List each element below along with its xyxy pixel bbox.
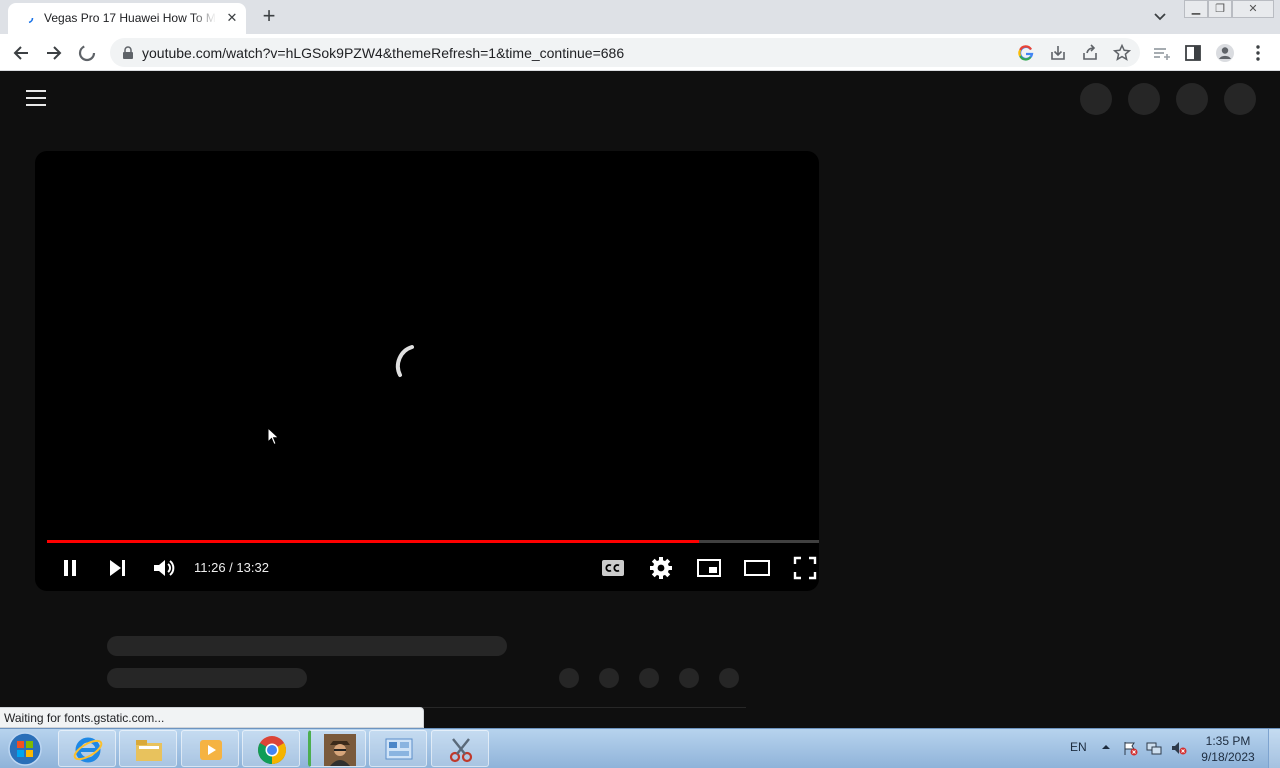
side-panel-icon[interactable] [1182,42,1204,64]
taskbar-snipping-tool[interactable] [431,730,489,767]
bookmark-star-icon[interactable] [1112,43,1132,63]
game-character-icon [324,734,356,766]
taskbar-chrome[interactable] [242,730,300,767]
volume-icon[interactable] [149,553,179,583]
hamburger-menu-icon[interactable] [26,90,46,106]
lock-icon[interactable] [122,46,134,59]
divider [420,707,746,708]
settings-gear-icon[interactable] [646,553,676,583]
install-app-icon[interactable] [1048,43,1068,63]
volume-muted-icon[interactable] [1171,740,1187,756]
taskbar-internet-explorer[interactable] [58,730,116,767]
clock-time: 1:35 PM [1205,734,1251,748]
action-placeholder [559,668,579,688]
taskbar-file-explorer[interactable] [119,730,177,767]
taskbar-control-panel[interactable] [369,730,427,767]
restore-icon[interactable]: ❐ [1208,0,1232,18]
next-video-icon[interactable] [102,553,132,583]
action-placeholder [719,668,739,688]
back-arrow-icon[interactable] [9,40,35,66]
new-tab-icon[interactable]: + [256,5,282,29]
action-placeholder [599,668,619,688]
action-center-flag-icon[interactable] [1122,740,1138,756]
window-close-icon[interactable]: ✕ [1232,0,1274,18]
network-icon[interactable] [1146,740,1162,756]
action-placeholder [639,668,659,688]
buffering-spinner-icon [395,345,414,377]
share-icon[interactable] [1080,43,1100,63]
system-clock[interactable]: 1:35 PM 9/18/2023 [1196,733,1260,765]
title-placeholder [107,636,507,656]
loading-favicon-icon [22,12,34,24]
youtube-page: 11:26 / 13:32 [0,71,1280,728]
mouse-cursor-icon [267,427,280,446]
progress-played [47,540,700,543]
windows-start-icon[interactable] [4,731,46,767]
windows-taskbar: EN 1:35 PM 9/18/2023 [0,728,1280,768]
taskbar-game[interactable] [308,730,366,767]
header-placeholder [1176,83,1208,115]
media-player-icon [200,740,222,760]
tab-search-chevron-icon[interactable] [1150,8,1170,26]
minimize-icon[interactable]: ▁ [1184,0,1208,18]
url-text[interactable]: youtube.com/watch?v=hLGSok9PZW4&themeRef… [142,45,624,61]
internet-explorer-icon [73,737,103,763]
header-placeholder [1128,83,1160,115]
folder-icon [136,740,162,761]
header-placeholder [1080,83,1112,115]
channel-placeholder [107,668,307,688]
show-hidden-icons-icon[interactable] [1100,741,1112,753]
pause-icon[interactable] [55,553,85,583]
reading-list-icon[interactable] [1150,42,1172,64]
browser-toolbar: youtube.com/watch?v=hLGSok9PZW4&themeRef… [0,34,1280,71]
loading-spinner-icon[interactable] [74,40,100,66]
subtitles-cc-icon[interactable] [598,553,628,583]
tab-strip: Vegas Pro 17 Huawei How To Make ✕ + ▁ ❐ … [0,0,1280,34]
status-bubble: Waiting for fonts.gstatic.com... [0,707,424,728]
theater-mode-icon[interactable] [742,553,772,583]
time-display: 11:26 / 13:32 [194,560,269,575]
fullscreen-icon[interactable] [790,553,819,583]
action-placeholder [679,668,699,688]
tab-close-icon[interactable]: ✕ [223,9,241,27]
taskbar-media-player[interactable] [181,730,239,767]
google-lens-icon[interactable] [1016,43,1036,63]
clock-date: 9/18/2023 [1201,750,1255,764]
menu-kebab-icon[interactable] [1247,42,1269,64]
show-desktop-button[interactable] [1268,729,1280,768]
profile-avatar-icon[interactable] [1214,42,1236,64]
language-indicator[interactable]: EN [1070,740,1087,754]
miniplayer-icon[interactable] [694,553,724,583]
forward-arrow-icon[interactable] [40,40,66,66]
progress-bar[interactable] [47,540,819,543]
scissors-icon [449,738,473,763]
chrome-icon [258,736,286,764]
control-panel-icon [385,738,413,760]
address-bar[interactable]: youtube.com/watch?v=hLGSok9PZW4&themeRef… [110,38,1140,67]
video-player[interactable]: 11:26 / 13:32 [35,151,819,591]
header-placeholder [1224,83,1256,115]
tab-title: Vegas Pro 17 Huawei How To Make [44,11,216,27]
browser-tab[interactable]: Vegas Pro 17 Huawei How To Make ✕ [8,3,246,34]
